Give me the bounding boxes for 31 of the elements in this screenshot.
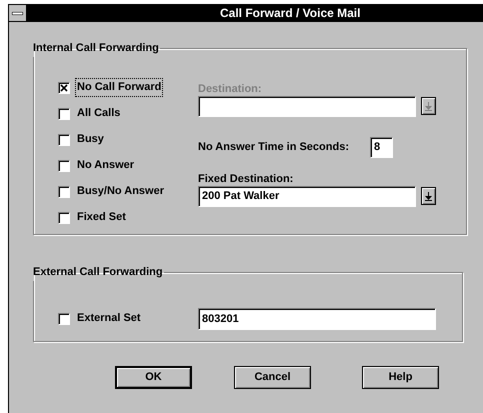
checkbox-label[interactable]: Busy xyxy=(75,130,106,149)
system-menu-button[interactable] xyxy=(9,5,27,21)
checkbox-label[interactable]: External Set xyxy=(75,309,143,328)
down-arrow-icon xyxy=(425,192,432,200)
dialog-button[interactable]: Help xyxy=(362,366,439,389)
checkbox-label[interactable]: All Calls xyxy=(75,104,122,123)
field-label: No Answer Time in Seconds: xyxy=(198,140,350,155)
field-label: Fixed Destination: xyxy=(198,172,294,186)
checkbox[interactable] xyxy=(58,82,70,94)
checkbox[interactable] xyxy=(58,160,70,172)
down-arrow-icon xyxy=(425,102,432,110)
dropdown-button[interactable] xyxy=(421,187,436,205)
field-label: Destination: xyxy=(198,82,263,96)
checkbox-label[interactable]: Busy/No Answer xyxy=(75,182,166,201)
dialog-button[interactable]: Cancel xyxy=(234,366,311,389)
checkbox[interactable] xyxy=(58,312,70,324)
group-title: External Call Forwarding xyxy=(32,265,164,280)
window-title: Call Forward / Voice Mail xyxy=(220,5,360,22)
seconds-field[interactable]: 8 xyxy=(370,136,393,158)
destination-field[interactable]: 200 Pat Walker xyxy=(198,186,416,206)
checkbox[interactable] xyxy=(58,134,70,146)
checkbox-label[interactable]: No Call Forward xyxy=(75,78,164,97)
checkbox-label[interactable]: Fixed Set xyxy=(75,208,128,227)
number-field[interactable]: 803201 xyxy=(198,308,436,330)
group-title: Internal Call Forwarding xyxy=(32,41,160,56)
checkbox[interactable] xyxy=(58,212,70,224)
checkbox[interactable] xyxy=(58,108,70,120)
checkbox[interactable] xyxy=(58,186,70,198)
minus-icon xyxy=(12,12,23,14)
dialog-button[interactable]: OK xyxy=(115,366,192,389)
checkbox-label[interactable]: No Answer xyxy=(75,156,136,175)
